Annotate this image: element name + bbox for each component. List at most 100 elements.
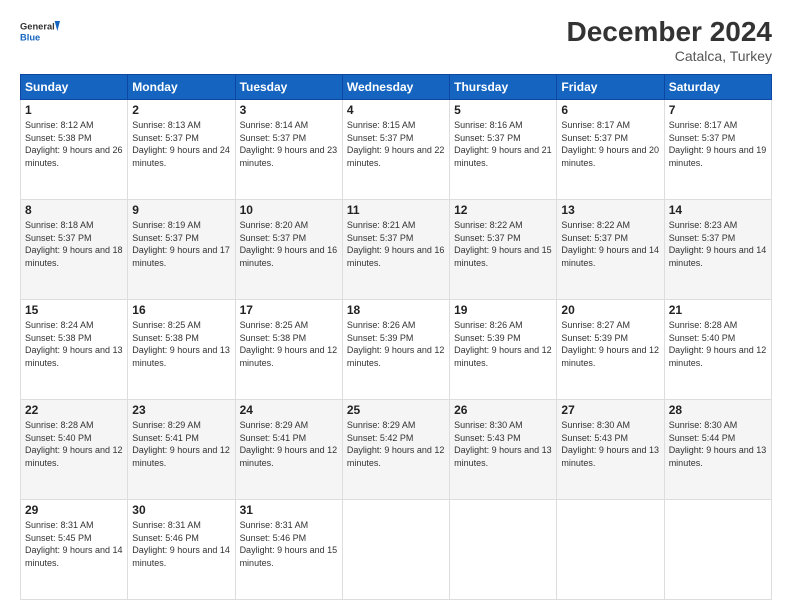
day-number: 3 xyxy=(240,103,338,117)
day-number: 5 xyxy=(454,103,552,117)
day-number: 12 xyxy=(454,203,552,217)
month-year: December 2024 xyxy=(567,16,772,48)
day-number: 9 xyxy=(132,203,230,217)
day-number: 23 xyxy=(132,403,230,417)
day-cell: 25 Sunrise: 8:29 AM Sunset: 5:42 PM Dayl… xyxy=(342,400,449,500)
col-header-sunday: Sunday xyxy=(21,75,128,100)
day-cell: 23 Sunrise: 8:29 AM Sunset: 5:41 PM Dayl… xyxy=(128,400,235,500)
day-number: 27 xyxy=(561,403,659,417)
week-row-1: 1 Sunrise: 8:12 AM Sunset: 5:38 PM Dayli… xyxy=(21,100,772,200)
day-info: Sunrise: 8:17 AM Sunset: 5:37 PM Dayligh… xyxy=(561,119,659,169)
day-cell: 6 Sunrise: 8:17 AM Sunset: 5:37 PM Dayli… xyxy=(557,100,664,200)
day-cell xyxy=(557,500,664,600)
col-header-wednesday: Wednesday xyxy=(342,75,449,100)
calendar-table: SundayMondayTuesdayWednesdayThursdayFrid… xyxy=(20,74,772,600)
day-cell: 13 Sunrise: 8:22 AM Sunset: 5:37 PM Dayl… xyxy=(557,200,664,300)
day-cell: 5 Sunrise: 8:16 AM Sunset: 5:37 PM Dayli… xyxy=(450,100,557,200)
col-header-monday: Monday xyxy=(128,75,235,100)
day-cell: 9 Sunrise: 8:19 AM Sunset: 5:37 PM Dayli… xyxy=(128,200,235,300)
day-cell: 26 Sunrise: 8:30 AM Sunset: 5:43 PM Dayl… xyxy=(450,400,557,500)
day-number: 30 xyxy=(132,503,230,517)
day-number: 26 xyxy=(454,403,552,417)
day-cell: 7 Sunrise: 8:17 AM Sunset: 5:37 PM Dayli… xyxy=(664,100,771,200)
day-info: Sunrise: 8:17 AM Sunset: 5:37 PM Dayligh… xyxy=(669,119,767,169)
day-cell: 21 Sunrise: 8:28 AM Sunset: 5:40 PM Dayl… xyxy=(664,300,771,400)
day-cell: 17 Sunrise: 8:25 AM Sunset: 5:38 PM Dayl… xyxy=(235,300,342,400)
day-info: Sunrise: 8:13 AM Sunset: 5:37 PM Dayligh… xyxy=(132,119,230,169)
week-row-3: 15 Sunrise: 8:24 AM Sunset: 5:38 PM Dayl… xyxy=(21,300,772,400)
day-number: 31 xyxy=(240,503,338,517)
day-cell: 19 Sunrise: 8:26 AM Sunset: 5:39 PM Dayl… xyxy=(450,300,557,400)
day-info: Sunrise: 8:25 AM Sunset: 5:38 PM Dayligh… xyxy=(240,319,338,369)
day-info: Sunrise: 8:28 AM Sunset: 5:40 PM Dayligh… xyxy=(25,419,123,469)
day-cell: 10 Sunrise: 8:20 AM Sunset: 5:37 PM Dayl… xyxy=(235,200,342,300)
day-info: Sunrise: 8:22 AM Sunset: 5:37 PM Dayligh… xyxy=(561,219,659,269)
col-header-thursday: Thursday xyxy=(450,75,557,100)
day-cell xyxy=(664,500,771,600)
day-cell: 30 Sunrise: 8:31 AM Sunset: 5:46 PM Dayl… xyxy=(128,500,235,600)
day-cell: 12 Sunrise: 8:22 AM Sunset: 5:37 PM Dayl… xyxy=(450,200,557,300)
day-number: 25 xyxy=(347,403,445,417)
day-cell: 2 Sunrise: 8:13 AM Sunset: 5:37 PM Dayli… xyxy=(128,100,235,200)
day-number: 15 xyxy=(25,303,123,317)
day-number: 14 xyxy=(669,203,767,217)
day-info: Sunrise: 8:15 AM Sunset: 5:37 PM Dayligh… xyxy=(347,119,445,169)
day-info: Sunrise: 8:25 AM Sunset: 5:38 PM Dayligh… xyxy=(132,319,230,369)
day-info: Sunrise: 8:14 AM Sunset: 5:37 PM Dayligh… xyxy=(240,119,338,169)
day-info: Sunrise: 8:21 AM Sunset: 5:37 PM Dayligh… xyxy=(347,219,445,269)
day-info: Sunrise: 8:26 AM Sunset: 5:39 PM Dayligh… xyxy=(347,319,445,369)
day-info: Sunrise: 8:20 AM Sunset: 5:37 PM Dayligh… xyxy=(240,219,338,269)
day-number: 24 xyxy=(240,403,338,417)
day-info: Sunrise: 8:29 AM Sunset: 5:42 PM Dayligh… xyxy=(347,419,445,469)
day-info: Sunrise: 8:16 AM Sunset: 5:37 PM Dayligh… xyxy=(454,119,552,169)
day-cell: 16 Sunrise: 8:25 AM Sunset: 5:38 PM Dayl… xyxy=(128,300,235,400)
day-info: Sunrise: 8:27 AM Sunset: 5:39 PM Dayligh… xyxy=(561,319,659,369)
day-number: 20 xyxy=(561,303,659,317)
day-number: 4 xyxy=(347,103,445,117)
week-row-5: 29 Sunrise: 8:31 AM Sunset: 5:45 PM Dayl… xyxy=(21,500,772,600)
col-header-saturday: Saturday xyxy=(664,75,771,100)
day-cell: 1 Sunrise: 8:12 AM Sunset: 5:38 PM Dayli… xyxy=(21,100,128,200)
col-header-tuesday: Tuesday xyxy=(235,75,342,100)
day-cell: 8 Sunrise: 8:18 AM Sunset: 5:37 PM Dayli… xyxy=(21,200,128,300)
title-block: December 2024 Catalca, Turkey xyxy=(567,16,772,64)
day-cell: 24 Sunrise: 8:29 AM Sunset: 5:41 PM Dayl… xyxy=(235,400,342,500)
day-cell xyxy=(450,500,557,600)
day-cell: 29 Sunrise: 8:31 AM Sunset: 5:45 PM Dayl… xyxy=(21,500,128,600)
week-row-4: 22 Sunrise: 8:28 AM Sunset: 5:40 PM Dayl… xyxy=(21,400,772,500)
day-number: 17 xyxy=(240,303,338,317)
day-number: 16 xyxy=(132,303,230,317)
day-info: Sunrise: 8:31 AM Sunset: 5:46 PM Dayligh… xyxy=(240,519,338,569)
day-number: 19 xyxy=(454,303,552,317)
day-number: 8 xyxy=(25,203,123,217)
day-number: 7 xyxy=(669,103,767,117)
svg-text:General: General xyxy=(20,22,55,32)
calendar-page: General Blue December 2024 Catalca, Turk… xyxy=(0,0,792,612)
day-cell xyxy=(342,500,449,600)
day-number: 13 xyxy=(561,203,659,217)
day-cell: 11 Sunrise: 8:21 AM Sunset: 5:37 PM Dayl… xyxy=(342,200,449,300)
day-info: Sunrise: 8:12 AM Sunset: 5:38 PM Dayligh… xyxy=(25,119,123,169)
day-info: Sunrise: 8:23 AM Sunset: 5:37 PM Dayligh… xyxy=(669,219,767,269)
day-info: Sunrise: 8:29 AM Sunset: 5:41 PM Dayligh… xyxy=(240,419,338,469)
day-cell: 14 Sunrise: 8:23 AM Sunset: 5:37 PM Dayl… xyxy=(664,200,771,300)
day-info: Sunrise: 8:29 AM Sunset: 5:41 PM Dayligh… xyxy=(132,419,230,469)
day-number: 11 xyxy=(347,203,445,217)
col-header-friday: Friday xyxy=(557,75,664,100)
day-number: 28 xyxy=(669,403,767,417)
day-info: Sunrise: 8:30 AM Sunset: 5:43 PM Dayligh… xyxy=(454,419,552,469)
day-number: 21 xyxy=(669,303,767,317)
day-info: Sunrise: 8:30 AM Sunset: 5:44 PM Dayligh… xyxy=(669,419,767,469)
day-cell: 27 Sunrise: 8:30 AM Sunset: 5:43 PM Dayl… xyxy=(557,400,664,500)
day-cell: 4 Sunrise: 8:15 AM Sunset: 5:37 PM Dayli… xyxy=(342,100,449,200)
day-info: Sunrise: 8:28 AM Sunset: 5:40 PM Dayligh… xyxy=(669,319,767,369)
day-info: Sunrise: 8:22 AM Sunset: 5:37 PM Dayligh… xyxy=(454,219,552,269)
day-number: 1 xyxy=(25,103,123,117)
day-cell: 20 Sunrise: 8:27 AM Sunset: 5:39 PM Dayl… xyxy=(557,300,664,400)
svg-text:Blue: Blue xyxy=(20,32,40,42)
day-info: Sunrise: 8:26 AM Sunset: 5:39 PM Dayligh… xyxy=(454,319,552,369)
day-info: Sunrise: 8:19 AM Sunset: 5:37 PM Dayligh… xyxy=(132,219,230,269)
header: General Blue December 2024 Catalca, Turk… xyxy=(20,16,772,64)
day-number: 10 xyxy=(240,203,338,217)
day-info: Sunrise: 8:24 AM Sunset: 5:38 PM Dayligh… xyxy=(25,319,123,369)
